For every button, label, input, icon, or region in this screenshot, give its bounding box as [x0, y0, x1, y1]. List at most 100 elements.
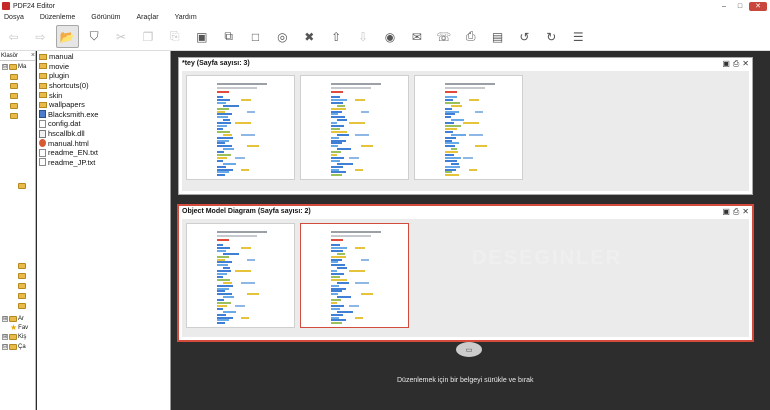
- page-content-line: [217, 293, 232, 296]
- delete-button[interactable]: ✖: [298, 25, 321, 48]
- cut-button[interactable]: ✂: [110, 25, 133, 48]
- rotate-left-button[interactable]: ↺: [513, 25, 536, 48]
- tree-node[interactable]: [18, 291, 26, 300]
- page-content-line: [445, 159, 457, 162]
- file-list: manual movie plugin shortcuts(0) skin wallpap…: [37, 51, 171, 410]
- file-list-item[interactable]: hscallbk.dll: [39, 129, 85, 139]
- menu-button[interactable]: ☰: [567, 25, 590, 48]
- tree-node[interactable]: [18, 271, 26, 280]
- page-content-line: [445, 127, 457, 130]
- tree-node[interactable]: ⊞ Ar: [2, 314, 24, 323]
- rotate-right-button[interactable]: ↻: [540, 25, 563, 48]
- copy-button[interactable]: ❐: [136, 25, 159, 48]
- file-list-item[interactable]: config.dat: [39, 119, 81, 129]
- tree-node[interactable]: [10, 101, 18, 110]
- page-content-line: [331, 278, 347, 281]
- page-content-line: [235, 270, 251, 273]
- close-icon[interactable]: ✕: [742, 59, 749, 69]
- merge-button[interactable]: ◎: [271, 25, 294, 48]
- exe-icon: [39, 110, 46, 119]
- close-window-button[interactable]: ✕: [749, 1, 767, 11]
- file-list-item[interactable]: readme_JP.txt: [39, 158, 95, 168]
- paste-button[interactable]: ⎘: [163, 25, 186, 48]
- page-thumbnail[interactable]: [186, 223, 295, 328]
- page-thumbnail[interactable]: [300, 223, 409, 328]
- page-content-line: [349, 122, 365, 125]
- compress-icon: ▤: [491, 29, 504, 44]
- page-content-line: [331, 284, 339, 287]
- menu-yardim[interactable]: Yardım: [175, 14, 197, 21]
- compress-button[interactable]: ▤: [486, 25, 509, 48]
- document-panel[interactable]: Object Model Diagram (Sayfa sayısı: 2) ▣…: [178, 205, 753, 341]
- page-content-line: [445, 142, 459, 145]
- file-list-item[interactable]: manual.html: [39, 138, 89, 148]
- close-icon[interactable]: ×: [31, 52, 35, 59]
- menu-duzenleme[interactable]: Düzenleme: [40, 14, 75, 21]
- printer-icon[interactable]: ⎙: [733, 207, 739, 217]
- back-arrow-button[interactable]: ⇦: [2, 25, 25, 48]
- page-content-line: [241, 281, 255, 284]
- page-thumbnail[interactable]: [300, 75, 409, 180]
- file-list-item[interactable]: skin: [39, 90, 62, 100]
- folder-icon: [39, 53, 47, 60]
- save-icon[interactable]: ▣: [722, 59, 730, 69]
- page-content-line: [223, 281, 232, 284]
- close-icon[interactable]: ✕: [742, 207, 749, 217]
- page-content-line: [331, 299, 341, 302]
- file-list-item[interactable]: wallpapers: [39, 100, 85, 110]
- open-folder-button[interactable]: 📂: [55, 25, 79, 48]
- folder-icon: [10, 92, 18, 99]
- file-list-item[interactable]: manual: [39, 52, 74, 62]
- tree-node[interactable]: ⊟ Ça: [2, 342, 26, 351]
- page-thumbnail[interactable]: [414, 75, 523, 180]
- forward-arrow-button[interactable]: ⇨: [29, 25, 52, 48]
- preview-button[interactable]: ◉: [378, 25, 401, 48]
- tree-node[interactable]: [18, 261, 26, 270]
- save-as-button[interactable]: ⧉: [217, 25, 240, 48]
- tree-node[interactable]: [10, 91, 18, 100]
- archive-icon: [9, 315, 17, 322]
- save-icon[interactable]: ▣: [722, 207, 730, 217]
- page-content-line: [223, 296, 234, 299]
- upload-button[interactable]: ⇧: [325, 25, 348, 48]
- tree-node[interactable]: ⊞ Kiş: [2, 332, 26, 341]
- collapse-icon[interactable]: ⊟: [2, 343, 8, 350]
- page-thumbnail[interactable]: [186, 75, 295, 180]
- file-list-item[interactable]: movie: [39, 62, 69, 72]
- fax-button[interactable]: ☏: [432, 25, 455, 48]
- file-list-item[interactable]: readme_EN.txt: [39, 148, 98, 158]
- tree-node[interactable]: ★ Fav: [10, 323, 28, 332]
- save-pdf-button[interactable]: ⛉: [83, 25, 106, 48]
- collapse-icon[interactable]: ⊟: [2, 63, 8, 70]
- file-list-item[interactable]: shortcuts(0): [39, 81, 89, 91]
- download-button[interactable]: ⇩: [352, 25, 375, 48]
- page-content-line: [331, 130, 347, 133]
- menu-dosya[interactable]: Dosya: [4, 14, 24, 21]
- menu-araclar[interactable]: Araçlar: [136, 14, 158, 21]
- disk-icon: ▣: [196, 29, 208, 44]
- menu-gorunum[interactable]: Görünüm: [91, 14, 120, 21]
- file-list-item[interactable]: Blacksmith.exe: [39, 110, 98, 120]
- maximize-button[interactable]: □: [733, 2, 747, 11]
- tree-node[interactable]: [10, 111, 18, 120]
- tree-node[interactable]: [18, 181, 26, 190]
- menu-bar: Dosya Düzenleme Görünüm Araçlar Yardım: [0, 12, 770, 23]
- save-button[interactable]: ▣: [190, 25, 213, 48]
- page-content-line: [247, 293, 259, 296]
- new-page-button[interactable]: □: [244, 25, 267, 48]
- file-list-item[interactable]: plugin: [39, 71, 69, 81]
- print-button[interactable]: ⎙: [459, 25, 482, 48]
- expand-icon[interactable]: ⊞: [2, 333, 8, 340]
- page-content-line: [331, 171, 346, 174]
- page-content-line: [331, 174, 342, 177]
- email-button[interactable]: ✉: [405, 25, 428, 48]
- minimize-button[interactable]: –: [717, 2, 731, 11]
- tree-node[interactable]: [10, 72, 18, 81]
- expand-icon[interactable]: ⊞: [2, 315, 8, 322]
- tree-node[interactable]: [18, 281, 26, 290]
- tree-node[interactable]: [18, 301, 26, 310]
- printer-icon[interactable]: ⎙: [733, 59, 739, 69]
- tree-node[interactable]: [10, 81, 18, 90]
- document-panel[interactable]: *tey (Sayfa sayısı: 3) ▣ ⎙ ✕: [178, 57, 753, 195]
- tree-node[interactable]: ⊟ Ma: [2, 62, 26, 71]
